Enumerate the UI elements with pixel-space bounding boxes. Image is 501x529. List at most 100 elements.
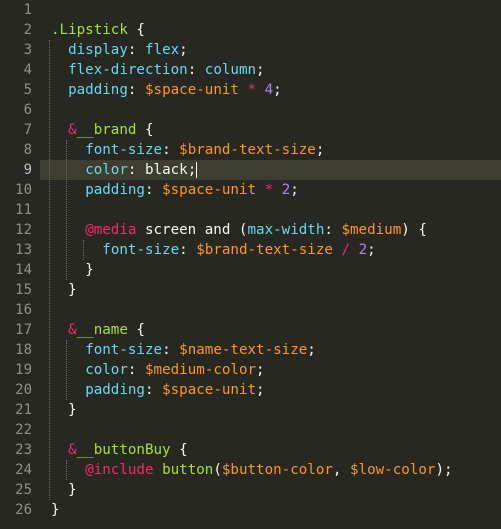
property-token: padding bbox=[85, 382, 145, 398]
text-token: ; bbox=[187, 162, 197, 178]
code-line[interactable]: &__buttonBuy { bbox=[68, 440, 188, 460]
text-token: ; bbox=[256, 362, 265, 378]
property-token: flex bbox=[144, 42, 180, 58]
text-token: ; bbox=[290, 182, 299, 198]
variable-token: $name-text-size bbox=[179, 342, 308, 358]
text-token: ; bbox=[273, 82, 282, 98]
number-token: 2 bbox=[358, 242, 368, 258]
text-token: } bbox=[85, 262, 94, 278]
variable-token: $space-unit bbox=[162, 182, 257, 198]
operator-token: * bbox=[247, 82, 257, 98]
text-token: : bbox=[179, 242, 197, 258]
code-line[interactable]: @include button($button-color, $low-colo… bbox=[85, 460, 452, 480]
text-token: : bbox=[162, 142, 180, 158]
operator-token: * bbox=[264, 182, 274, 198]
variable-token: $brand-text-size bbox=[196, 242, 333, 258]
text-token: : bbox=[127, 362, 145, 378]
variable-token: $space-unit bbox=[144, 82, 239, 98]
code-line[interactable]: font-size: $name-text-size; bbox=[85, 340, 316, 360]
code-line[interactable]: font-size: $brand-text-size / 2; bbox=[102, 240, 375, 260]
property-token: padding bbox=[85, 182, 145, 198]
variable-token: $medium bbox=[341, 222, 402, 238]
text-token: : bbox=[187, 62, 205, 78]
code-line[interactable]: &__name { bbox=[68, 320, 145, 340]
selector-token: button bbox=[162, 462, 214, 478]
text-token: } bbox=[68, 282, 77, 298]
text-token: : bbox=[324, 222, 342, 238]
number-token: 2 bbox=[281, 182, 291, 198]
property-token: font-size bbox=[85, 342, 163, 358]
variable-token: $low-color bbox=[350, 462, 436, 478]
operator-token: & bbox=[68, 322, 77, 338]
property-token: max-width bbox=[247, 222, 325, 238]
text-token: { bbox=[136, 122, 154, 138]
text-token: ; bbox=[367, 242, 376, 258]
text-token: : bbox=[144, 182, 163, 198]
code-line[interactable]: display: flex; bbox=[68, 40, 188, 60]
property-token: column bbox=[204, 62, 257, 78]
text-token: ( bbox=[213, 462, 222, 478]
text-token: black bbox=[145, 162, 188, 178]
operator-token: / bbox=[341, 242, 351, 258]
code-line[interactable]: } bbox=[68, 280, 77, 300]
text-token: : bbox=[127, 82, 145, 98]
code-line[interactable]: } bbox=[68, 400, 77, 420]
selector-token: __buttonBuy bbox=[76, 442, 171, 458]
selector-token: .Lipstick bbox=[51, 22, 128, 38]
property-token: flex-direction bbox=[68, 62, 188, 78]
property-token: font-size bbox=[102, 242, 180, 258]
variable-token: $brand-text-size bbox=[179, 142, 316, 158]
text-token: ; bbox=[256, 382, 265, 398]
property-token: color bbox=[85, 362, 128, 378]
text-token: : bbox=[127, 162, 145, 178]
text-token: ) { bbox=[401, 222, 427, 238]
variable-token: $space-unit bbox=[162, 382, 257, 398]
code-line[interactable]: padding: $space-unit * 4; bbox=[68, 80, 282, 100]
number-token: 4 bbox=[264, 82, 274, 98]
code-area[interactable]: .Lipstick {display: flex; flex-direction:… bbox=[0, 0, 501, 529]
operator-token: & bbox=[68, 442, 77, 458]
text-token: { bbox=[170, 442, 188, 458]
text-token: ; bbox=[307, 342, 316, 358]
text-token: screen and ( bbox=[136, 222, 248, 238]
variable-token: $medium-color bbox=[145, 362, 257, 378]
text-token: : bbox=[127, 42, 145, 58]
code-line[interactable]: @media screen and (max-width: $medium) { bbox=[85, 220, 427, 240]
text-token: ); bbox=[435, 462, 453, 478]
code-line[interactable]: flex-direction: column; bbox=[68, 60, 264, 80]
text-token: { bbox=[127, 22, 145, 38]
selector-token: __name bbox=[76, 322, 128, 338]
operator-token: @media bbox=[85, 222, 137, 238]
text-token: ; bbox=[256, 62, 265, 78]
code-line[interactable]: padding: $space-unit * 2; bbox=[85, 180, 299, 200]
code-line[interactable]: } bbox=[51, 500, 60, 520]
text-token: : bbox=[144, 382, 163, 398]
text-token: , bbox=[332, 462, 351, 478]
code-line[interactable]: &__brand { bbox=[68, 120, 153, 140]
text-token: { bbox=[127, 322, 145, 338]
code-line[interactable]: .Lipstick { bbox=[51, 20, 145, 40]
code-line[interactable]: color: black; bbox=[85, 160, 198, 180]
operator-token: & bbox=[68, 122, 77, 138]
code-line[interactable]: } bbox=[68, 480, 77, 500]
text-token: } bbox=[51, 502, 60, 518]
text-token: } bbox=[68, 402, 77, 418]
property-token: display bbox=[68, 42, 128, 58]
text-cursor bbox=[196, 162, 198, 178]
text-token: : bbox=[162, 342, 180, 358]
property-token: color bbox=[85, 162, 128, 178]
code-line[interactable]: padding: $space-unit; bbox=[85, 380, 264, 400]
operator-token: @include bbox=[85, 462, 154, 478]
code-editor[interactable]: 1 2 3 4 5 6 7 8 9 10 11 12 13 14 15 16 17 18 19 20 21 22 23 24 2… bbox=[0, 0, 501, 529]
text-token: } bbox=[68, 482, 77, 498]
code-line[interactable]: font-size: $brand-text-size; bbox=[85, 140, 324, 160]
property-token: font-size bbox=[85, 142, 163, 158]
code-line[interactable]: color: $medium-color; bbox=[85, 360, 264, 380]
code-line[interactable]: } bbox=[85, 260, 94, 280]
